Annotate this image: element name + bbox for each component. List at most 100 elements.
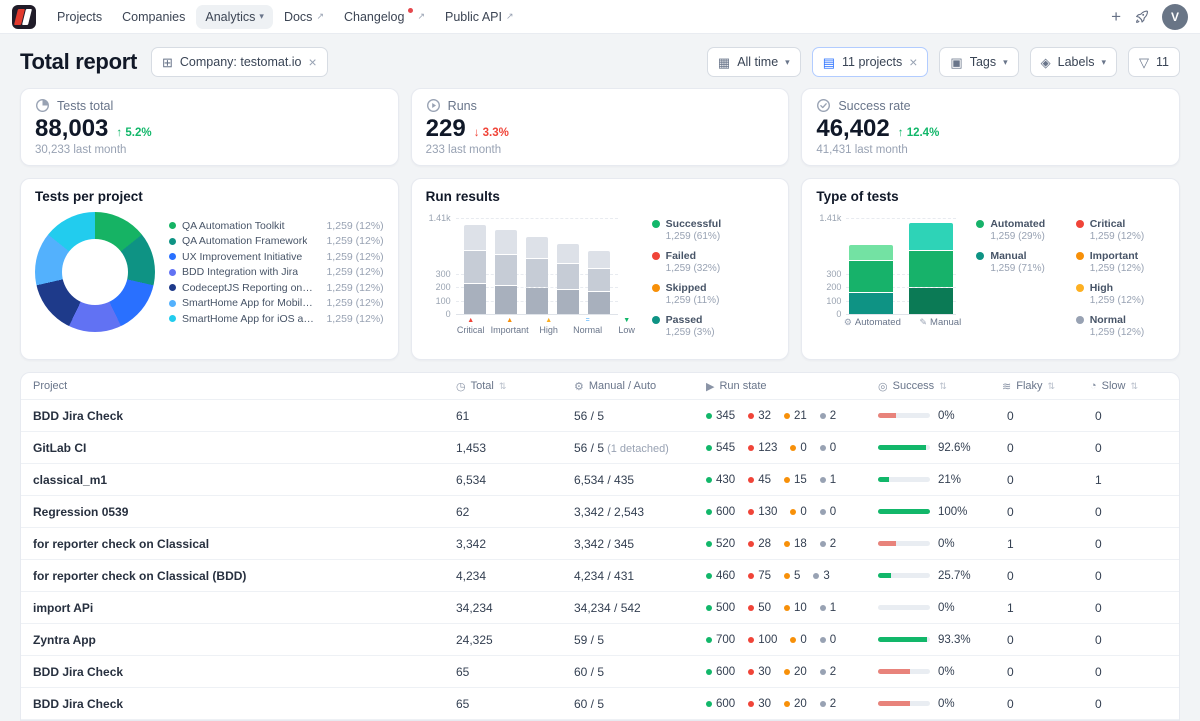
bar-low (588, 251, 610, 314)
table-header-row: Project◷Total⇅⚙Manual / Auto▶Run state◎S… (21, 373, 1179, 400)
legend-item-qa-automation-toolkit[interactable]: QA Automation Toolkit1,259 (12%) (169, 220, 384, 232)
legend-item-ux-improvement-initiative[interactable]: UX Improvement Initiative1,259 (12%) (169, 251, 384, 263)
run-state-cell: 60013000 (706, 506, 878, 518)
bar-segment (909, 288, 953, 314)
manual-auto-cell: 56 / 5 (1 detached) (574, 441, 706, 455)
column-header-total[interactable]: ◷Total⇅ (456, 380, 574, 393)
project-link[interactable]: Zyntra App (33, 633, 96, 647)
fail-bar-fill (878, 701, 910, 706)
legend-text: Skipped1,259 (11%) (666, 282, 720, 306)
legend-value: 1,259 (12%) (1090, 263, 1144, 274)
user-avatar[interactable]: V (1162, 4, 1188, 30)
legend-item-normal[interactable]: Normal1,259 (12%) (1076, 314, 1165, 338)
legend-item-successful[interactable]: Successful1,259 (61%) (652, 218, 775, 242)
legend-item-qa-automation-framework[interactable]: QA Automation Framework1,259 (12%) (169, 235, 384, 247)
status-dot (820, 509, 826, 515)
legend-item-smarthome-app-for-mobile[interactable]: SmartHome App for Mobile...1,259 (12%) (169, 297, 384, 309)
flaky-cell: 1 (1002, 537, 1090, 551)
table-row[interactable]: Zyntra App24,32559 / 57001000093.3%00 (21, 624, 1179, 656)
table-row[interactable]: BDD Jira Check6156 / 5345322120%00 (21, 400, 1179, 432)
table-row[interactable]: Regression 0539623,342 / 2,5436001300010… (21, 496, 1179, 528)
table-row[interactable]: BDD Jira Check6560 / 5600302020%00 (21, 688, 1179, 720)
legend-item-bdd-integration-with-jira[interactable]: BDD Integration with Jira1,259 (12%) (169, 266, 384, 278)
status-dot (820, 413, 826, 419)
table-row[interactable]: GitLab CI1,45356 / 5 (1 detached)5451230… (21, 432, 1179, 464)
nav-item-label: Public API (445, 10, 502, 24)
type-of-tests-panel: Type of tests 1.41k3002001000⚙Automated✎… (801, 178, 1180, 360)
x-label-text: Manual (930, 317, 961, 328)
project-link[interactable]: for reporter check on Classical (33, 537, 209, 551)
project-link[interactable]: GitLab CI (33, 441, 86, 455)
legend-item-critical[interactable]: Critical1,259 (12%) (1076, 218, 1165, 242)
company-filter-chip[interactable]: ⊞ Company: testomat.io × (151, 47, 328, 77)
success-cell: 0% (878, 666, 1002, 678)
project-link[interactable]: Regression 0539 (33, 505, 128, 519)
chevron-down-icon: ▾ (1101, 57, 1106, 68)
project-link[interactable]: BDD Jira Check (33, 665, 123, 679)
x-label-critical: ▲Critical (456, 317, 486, 335)
project-link[interactable]: BDD Jira Check (33, 697, 123, 711)
bar-important (495, 230, 517, 314)
column-header-project[interactable]: Project (33, 380, 456, 392)
projects-table-head: Project◷Total⇅⚙Manual / Auto▶Run state◎S… (21, 373, 1179, 400)
nav-item-companies[interactable]: Companies (113, 5, 194, 29)
table-row[interactable]: import APi34,23434,234 / 542500501010%10 (21, 592, 1179, 624)
success-cell: 0% (878, 698, 1002, 710)
bar-segment (464, 225, 486, 250)
create-new-button[interactable]: + (1111, 8, 1121, 25)
close-icon[interactable]: × (309, 55, 317, 69)
slow-cell: 0 (1090, 633, 1167, 647)
run-state-count: 0 (830, 442, 836, 454)
legend-item-manual[interactable]: Manual1,259 (71%) (976, 250, 1065, 274)
success-bar (878, 477, 930, 482)
table-row[interactable]: BDD Jira Check6560 / 5600302020%00 (21, 656, 1179, 688)
legend-item-codeceptjs-reporting-on-m[interactable]: CodeceptJS Reporting on m...1,259 (12%) (169, 282, 384, 294)
tags-filter[interactable]: ▣ Tags ▾ (939, 47, 1018, 77)
legend-item-failed[interactable]: Failed1,259 (32%) (652, 250, 775, 274)
project-link[interactable]: classical_m1 (33, 473, 107, 487)
legend-item-high[interactable]: High1,259 (12%) (1076, 282, 1165, 306)
legend-item-passed[interactable]: Passed1,259 (3%) (652, 314, 775, 338)
table-row[interactable]: classical_m16,5346,534 / 4354304515121%0… (21, 464, 1179, 496)
nav-item-analytics[interactable]: Analytics▾ (196, 5, 273, 29)
labels-filter[interactable]: ◈ Labels ▾ (1030, 47, 1117, 77)
column-header-run-state[interactable]: ▶Run state (706, 380, 878, 393)
status-dot (820, 701, 826, 707)
table-row[interactable]: for reporter check on Classical (BDD)4,2… (21, 560, 1179, 592)
close-icon[interactable]: × (909, 55, 917, 69)
table-row[interactable]: for reporter check on Classical3,3423,34… (21, 528, 1179, 560)
project-link[interactable]: for reporter check on Classical (BDD) (33, 569, 246, 583)
priority-icon: = (586, 317, 590, 324)
time-range-filter[interactable]: ▦ All time ▾ (707, 47, 801, 77)
funnel-icon: ▽ (1139, 56, 1149, 69)
projects-filter-chip[interactable]: ▤ 11 projects × (812, 47, 929, 77)
bar-segment (557, 290, 579, 314)
run-state-stat: 100 (748, 634, 777, 646)
project-link[interactable]: import APi (33, 601, 93, 615)
legend-item-important[interactable]: Important1,259 (12%) (1076, 250, 1165, 274)
column-header-flaky[interactable]: ≋Flaky⇅ (1002, 380, 1090, 393)
whats-new-button[interactable] (1134, 9, 1149, 24)
legend-dot (976, 252, 984, 260)
stat-card-header: Runs (426, 98, 775, 113)
legend-item-skipped[interactable]: Skipped1,259 (11%) (652, 282, 775, 306)
legend-item-smarthome-app-for-ios-and[interactable]: SmartHome App for iOS and...1,259 (12%) (169, 313, 384, 325)
column-header-manual-auto[interactable]: ⚙Manual / Auto (574, 380, 706, 393)
column-header-slow[interactable]: ◔Slow⇅ (1090, 380, 1167, 392)
run-state-stat: 2 (820, 538, 836, 550)
legend-dot (169, 253, 176, 260)
nav-item-changelog[interactable]: Changelog↗ (335, 5, 434, 29)
app-logo[interactable] (12, 5, 36, 29)
legend-item-automated[interactable]: Automated1,259 (29%) (976, 218, 1065, 242)
nav-item-docs[interactable]: Docs↗ (275, 5, 333, 29)
legend-value: 1,259 (12%) (320, 313, 383, 325)
column-header-success[interactable]: ◎Success⇅ (878, 380, 1002, 393)
filter-count-value: 11 (1156, 55, 1169, 69)
nav-item-public-api[interactable]: Public API↗ (436, 5, 523, 29)
manual-auto-value: 3,342 / 2,543 (574, 505, 644, 519)
stat-success-rate-icon (816, 98, 831, 113)
project-link[interactable]: BDD Jira Check (33, 409, 123, 423)
run-state-count: 20 (794, 666, 807, 678)
nav-item-projects[interactable]: Projects (48, 5, 111, 29)
filter-count-button[interactable]: ▽ 11 (1128, 47, 1180, 77)
